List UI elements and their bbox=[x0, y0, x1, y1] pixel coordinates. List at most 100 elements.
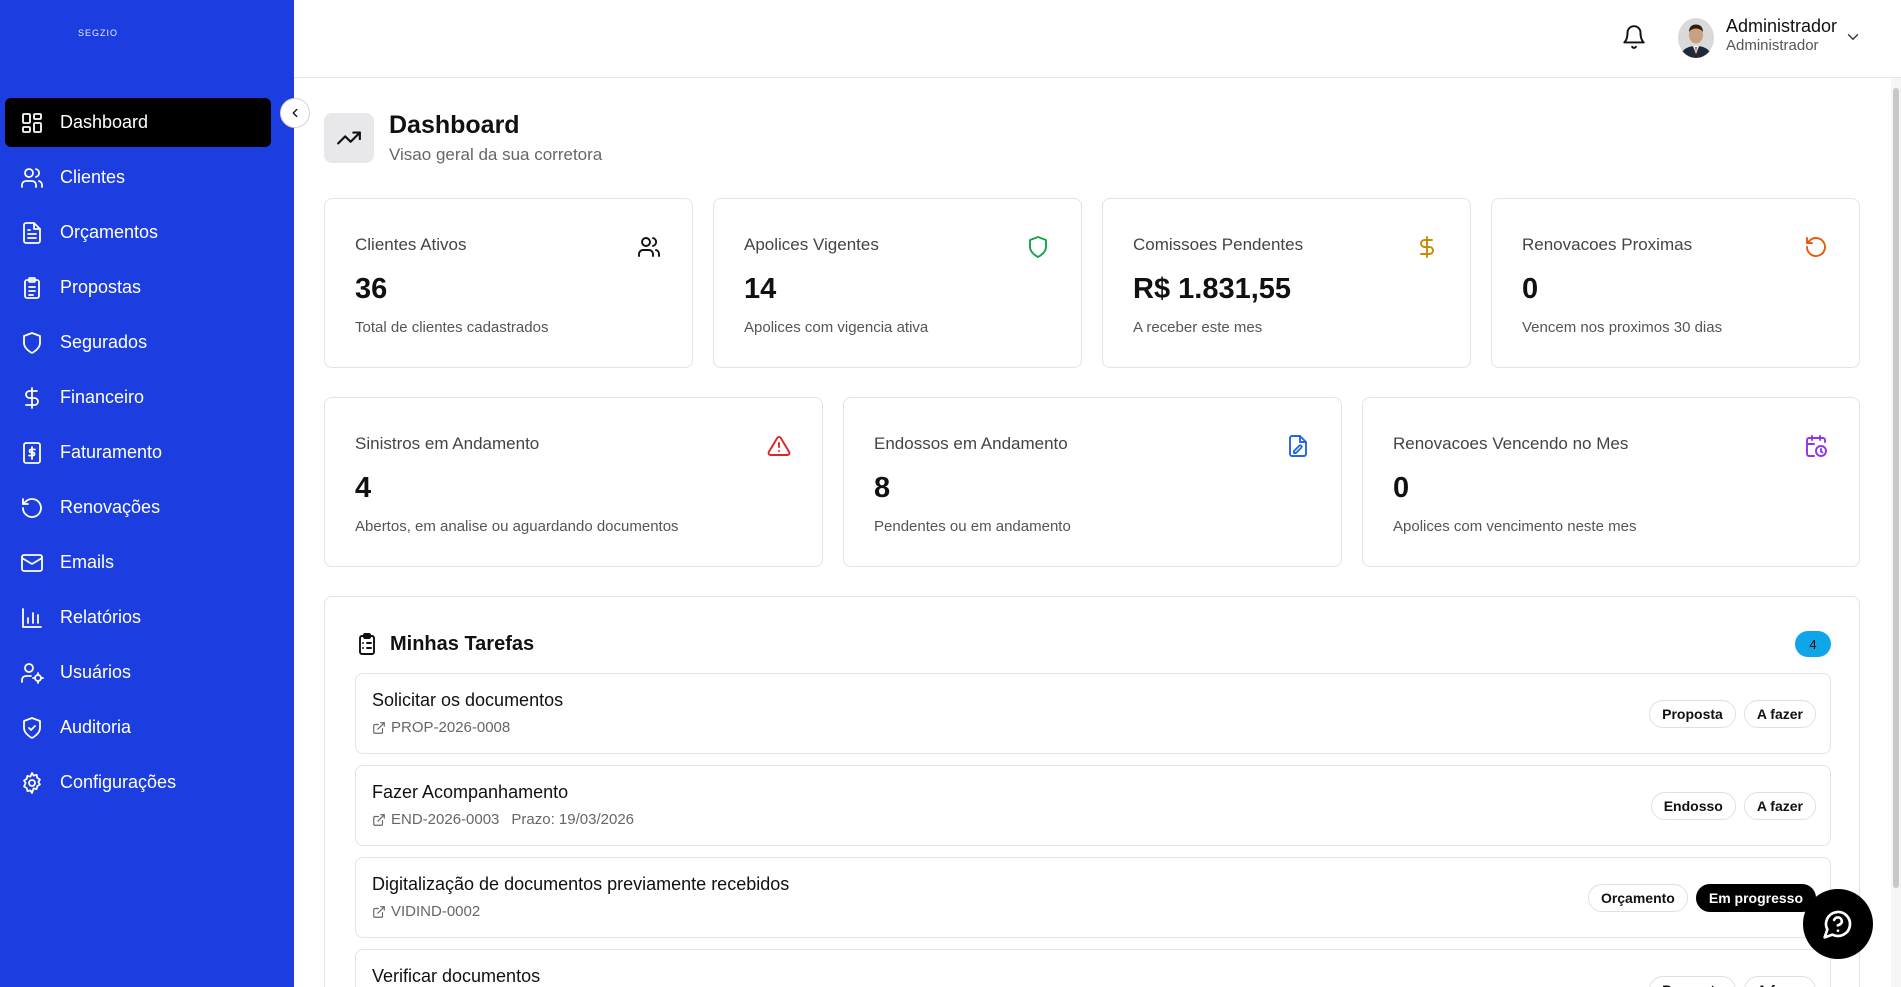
sidebar-item-renovacoes[interactable]: Renovações bbox=[5, 483, 271, 532]
users-icon bbox=[19, 165, 45, 191]
external-link-icon bbox=[373, 721, 385, 734]
stat-card-renovacoes-vencendo[interactable]: Renovacoes Vencendo no Mes 0 Apolices co… bbox=[1362, 397, 1860, 567]
sidebar-item-clientes[interactable]: Clientes bbox=[5, 153, 271, 202]
task-type-badge: Proposta bbox=[1649, 700, 1736, 728]
avatar[interactable] bbox=[1678, 18, 1714, 58]
stat-card-renovacoes-proximas[interactable]: Renovacoes Proximas 0 Vencem nos proximo… bbox=[1491, 198, 1860, 368]
stat-value: R$ 1.831,55 bbox=[1133, 273, 1292, 305]
shield-icon bbox=[1026, 235, 1052, 261]
task-item[interactable]: Fazer Acompanhamento END-2026-0003 Prazo… bbox=[355, 765, 1831, 846]
stat-card-endossos[interactable]: Endossos em Andamento 8 Pendentes ou em … bbox=[843, 397, 1342, 567]
shield-check-icon bbox=[19, 715, 45, 741]
tasks-panel: Minhas Tarefas 4 Solicitar os documentos… bbox=[324, 596, 1860, 987]
clipboard-list-icon bbox=[355, 632, 381, 658]
stat-value: 4 bbox=[355, 472, 372, 504]
task-type-badge: Endosso bbox=[1650, 792, 1736, 820]
task-status-badge: A fazer bbox=[1743, 976, 1816, 987]
task-reference[interactable]: END-2026-0003 bbox=[391, 811, 499, 828]
sidebar-item-faturamento[interactable]: Faturamento bbox=[5, 428, 271, 477]
stat-value: 14 bbox=[744, 273, 777, 305]
task-deadline: Prazo: 19/03/2026 bbox=[511, 811, 634, 828]
sidebar-item-label: Auditoria bbox=[60, 717, 132, 737]
receipt-icon bbox=[19, 440, 45, 466]
notifications-button[interactable] bbox=[1619, 22, 1649, 52]
task-status-badge: A fazer bbox=[1743, 792, 1816, 820]
help-chat-button[interactable] bbox=[1803, 889, 1873, 959]
stat-description: Pendentes ou em andamento bbox=[874, 518, 1071, 535]
sidebar-item-label: Segurados bbox=[60, 332, 148, 352]
sidebar-nav: Dashboard Clientes Orçamentos Propostas … bbox=[5, 98, 271, 813]
task-meta: END-2026-0003 Prazo: 19/03/2026 bbox=[372, 811, 634, 828]
rotate-icon bbox=[1804, 235, 1830, 261]
task-item[interactable]: Verificar documentos Proposta A fazer bbox=[355, 949, 1831, 987]
tasks-count-badge: 4 bbox=[1795, 631, 1831, 657]
task-title: Verificar documentos bbox=[372, 966, 541, 986]
task-title: Solicitar os documentos bbox=[372, 690, 564, 710]
sidebar-item-usuarios[interactable]: Usuários bbox=[5, 648, 271, 697]
page-title: Dashboard bbox=[389, 111, 520, 139]
sidebar-item-auditoria[interactable]: Auditoria bbox=[5, 703, 271, 752]
task-title: Digitalização de documentos previamente … bbox=[372, 874, 790, 894]
sidebar-item-label: Faturamento bbox=[60, 442, 163, 462]
dashboard-icon bbox=[19, 110, 45, 136]
task-status-badge: A fazer bbox=[1743, 700, 1816, 728]
task-reference[interactable]: PROP-2026-0008 bbox=[391, 719, 510, 736]
task-tags: Proposta A fazer bbox=[1649, 976, 1816, 987]
users-icon bbox=[637, 235, 663, 261]
task-item[interactable]: Solicitar os documentos PROP-2026-0008 P… bbox=[355, 673, 1831, 754]
sidebar-item-dashboard[interactable]: Dashboard bbox=[5, 98, 271, 147]
stat-label: Endossos em Andamento bbox=[874, 434, 1068, 453]
sidebar-item-relatorios[interactable]: Relatórios bbox=[5, 593, 271, 642]
user-menu-button[interactable] bbox=[1844, 28, 1864, 48]
settings-icon bbox=[19, 770, 45, 796]
sidebar-item-configuracoes[interactable]: Configurações bbox=[5, 758, 271, 807]
bell-icon bbox=[1623, 25, 1645, 49]
stat-card-sinistros[interactable]: Sinistros em Andamento 4 Abertos, em ana… bbox=[324, 397, 823, 567]
stat-card-comissoes-pendentes[interactable]: Comissoes Pendentes R$ 1.831,55 A recebe… bbox=[1102, 198, 1471, 368]
stat-description: Apolices com vencimento neste mes bbox=[1393, 518, 1637, 535]
calendar-clock-icon bbox=[1804, 434, 1830, 460]
stat-label: Apolices Vigentes bbox=[744, 235, 879, 254]
scrollbar-thumb[interactable] bbox=[1893, 88, 1899, 888]
trending-up-icon bbox=[324, 113, 374, 163]
alert-triangle-icon bbox=[767, 434, 793, 460]
task-item[interactable]: Digitalização de documentos previamente … bbox=[355, 857, 1831, 938]
clipboard-icon bbox=[19, 275, 45, 301]
help-chat-icon bbox=[1823, 910, 1852, 939]
tasks-title: Minhas Tarefas bbox=[390, 633, 535, 655]
dollar-icon bbox=[19, 385, 45, 411]
stat-description: Apolices com vigencia ativa bbox=[744, 319, 929, 336]
dollar-icon bbox=[1415, 235, 1441, 261]
sidebar-item-label: Financeiro bbox=[60, 387, 145, 407]
stat-value: 36 bbox=[355, 273, 388, 305]
external-link-icon bbox=[373, 905, 385, 918]
task-tags: Orçamento Em progresso bbox=[1587, 884, 1816, 912]
sidebar-item-propostas[interactable]: Propostas bbox=[5, 263, 271, 312]
stat-description: Vencem nos proximos 30 dias bbox=[1522, 319, 1723, 336]
bar-chart-icon bbox=[19, 605, 45, 631]
stat-label: Sinistros em Andamento bbox=[355, 434, 540, 453]
sidebar-collapse-button[interactable] bbox=[280, 98, 310, 128]
sidebar-item-emails[interactable]: Emails bbox=[5, 538, 271, 587]
sidebar-item-segurados[interactable]: Segurados bbox=[5, 318, 271, 367]
stat-label: Comissoes Pendentes bbox=[1133, 235, 1304, 254]
external-link-icon bbox=[373, 813, 385, 826]
sidebar-item-label: Propostas bbox=[60, 277, 142, 297]
sidebar-item-financeiro[interactable]: Financeiro bbox=[5, 373, 271, 422]
sidebar-item-label: Usuários bbox=[60, 662, 132, 682]
stat-description: A receber este mes bbox=[1133, 319, 1263, 336]
chevron-down-icon bbox=[1847, 34, 1859, 40]
stat-card-clientes-ativos[interactable]: Clientes Ativos 36 Total de clientes cad… bbox=[324, 198, 693, 368]
stat-description: Abertos, em analise ou aguardando docume… bbox=[355, 518, 679, 535]
sidebar-item-label: Orçamentos bbox=[60, 222, 159, 242]
stat-description: Total de clientes cadastrados bbox=[355, 319, 549, 336]
stat-card-apolices-vigentes[interactable]: Apolices Vigentes 14 Apolices com vigenc… bbox=[713, 198, 1082, 368]
chevron-left-icon bbox=[292, 108, 298, 118]
task-status-badge: Em progresso bbox=[1695, 884, 1816, 912]
task-type-badge: Proposta bbox=[1649, 976, 1736, 987]
sidebar: SEGZIO Dashboard Clientes Orçamentos Pro… bbox=[0, 0, 294, 987]
task-reference[interactable]: VIDIND-0002 bbox=[391, 903, 480, 920]
task-tags: Proposta A fazer bbox=[1649, 700, 1816, 728]
brand-logo[interactable]: SEGZIO bbox=[0, 28, 196, 38]
sidebar-item-orcamentos[interactable]: Orçamentos bbox=[5, 208, 271, 257]
